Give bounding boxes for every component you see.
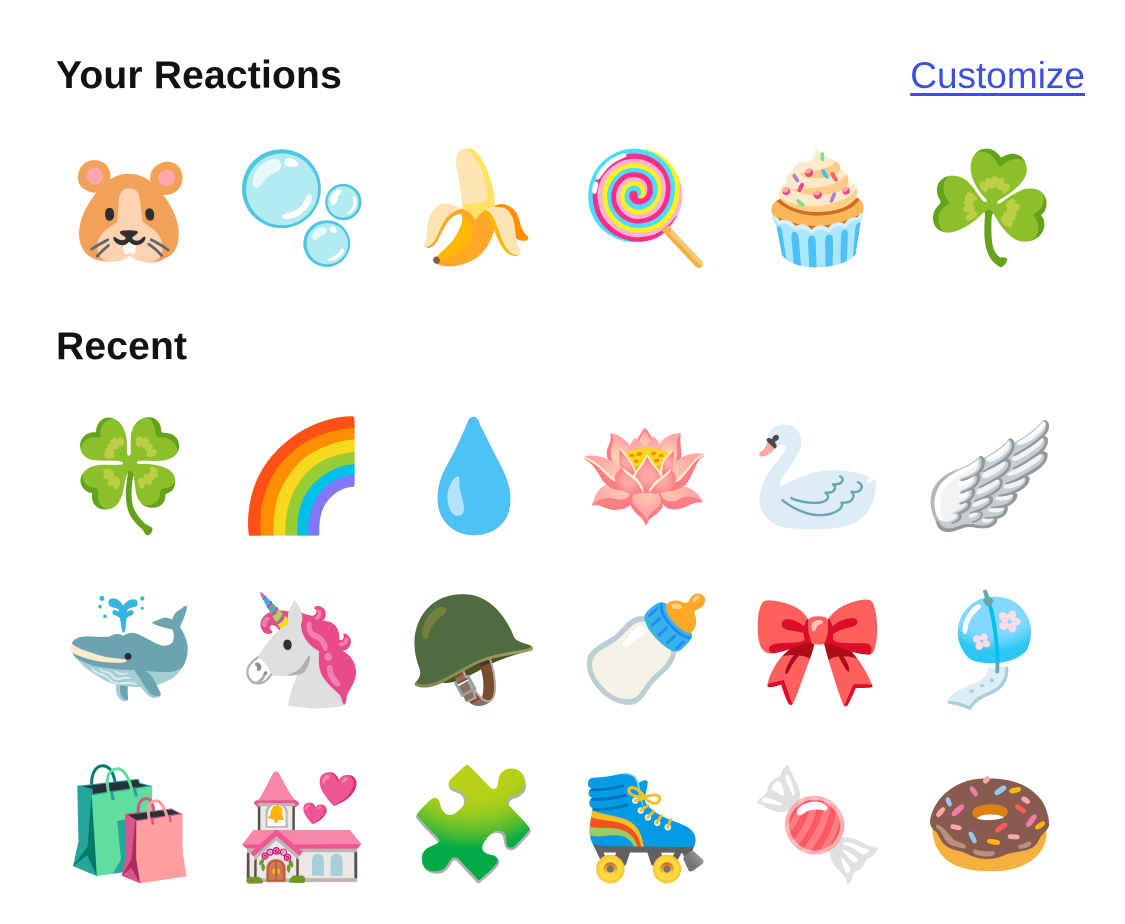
recent-item[interactable]: 🍬 xyxy=(732,750,904,900)
shamrock-icon: ☘️ xyxy=(922,146,1058,271)
reaction-item[interactable]: 🐹 xyxy=(44,134,216,284)
candy-icon: 🍬 xyxy=(750,762,886,887)
roller-skate-icon: 🛼 xyxy=(578,762,714,887)
recent-item[interactable]: 🍀 xyxy=(44,402,216,552)
swan-icon: 🦢 xyxy=(750,414,886,539)
recent-item[interactable]: 🍩 xyxy=(904,750,1076,900)
wedding-chapel-icon: 💒 xyxy=(234,762,370,887)
spouting-whale-icon: 🐳 xyxy=(62,588,198,713)
recent-grid: 🍀 🌈 💧 🪷 🦢 🪽 🐳 🦄 🪖 🍼 🎀 🎐 🛍️ 💒 🧩 🛼 🍬 🍩 xyxy=(44,402,1076,924)
recent-item[interactable]: 🧩 xyxy=(388,750,560,900)
reaction-item[interactable]: 🍌 xyxy=(388,134,560,284)
reactions-grid: 🐹 🫧 🍌 🍭 🧁 ☘️ xyxy=(44,134,1076,284)
wind-chime-icon: 🎐 xyxy=(922,588,1058,713)
puzzle-piece-icon: 🧩 xyxy=(406,762,542,887)
lotus-icon: 🪷 xyxy=(578,414,714,539)
recent-item[interactable]: 🌈 xyxy=(216,402,388,552)
customize-link[interactable]: Customize xyxy=(910,55,1085,97)
recent-item[interactable]: 🍼 xyxy=(560,576,732,726)
wing-icon: 🪽 xyxy=(922,414,1058,539)
reaction-item[interactable]: ☘️ xyxy=(904,134,1076,284)
doughnut-icon: 🍩 xyxy=(922,762,1058,887)
ribbon-bow-icon: 🎀 xyxy=(750,588,886,713)
unicorn-icon: 🦄 xyxy=(234,588,370,713)
recent-item[interactable]: 💧 xyxy=(388,402,560,552)
recent-section-title: Recent xyxy=(56,325,188,368)
bubbles-icon: 🫧 xyxy=(234,146,370,271)
reaction-item[interactable]: 🧁 xyxy=(732,134,904,284)
recent-item[interactable]: 💒 xyxy=(216,750,388,900)
recent-item[interactable]: 🪷 xyxy=(560,402,732,552)
recent-item[interactable]: 🦄 xyxy=(216,576,388,726)
recent-item[interactable]: 🪖 xyxy=(388,576,560,726)
hamster-icon: 🐹 xyxy=(62,146,198,271)
droplet-icon: 💧 xyxy=(406,414,542,539)
cupcake-icon: 🧁 xyxy=(750,146,886,271)
reaction-item[interactable]: 🍭 xyxy=(560,134,732,284)
four-leaf-clover-icon: 🍀 xyxy=(62,414,198,539)
reactions-section-title: Your Reactions xyxy=(56,54,342,97)
recent-item[interactable]: 🎀 xyxy=(732,576,904,726)
recent-item[interactable]: 🪽 xyxy=(904,402,1076,552)
shopping-bags-icon: 🛍️ xyxy=(62,762,198,887)
recent-item[interactable]: 🦢 xyxy=(732,402,904,552)
recent-item[interactable]: 🛼 xyxy=(560,750,732,900)
baby-bottle-icon: 🍼 xyxy=(578,588,714,713)
reaction-item[interactable]: 🫧 xyxy=(216,134,388,284)
recent-item[interactable]: 🐳 xyxy=(44,576,216,726)
lollipop-icon: 🍭 xyxy=(578,146,714,271)
rainbow-icon: 🌈 xyxy=(234,414,370,539)
military-helmet-icon: 🪖 xyxy=(406,588,542,713)
recent-item[interactable]: 🛍️ xyxy=(44,750,216,900)
banana-icon: 🍌 xyxy=(406,146,542,271)
recent-item[interactable]: 🎐 xyxy=(904,576,1076,726)
